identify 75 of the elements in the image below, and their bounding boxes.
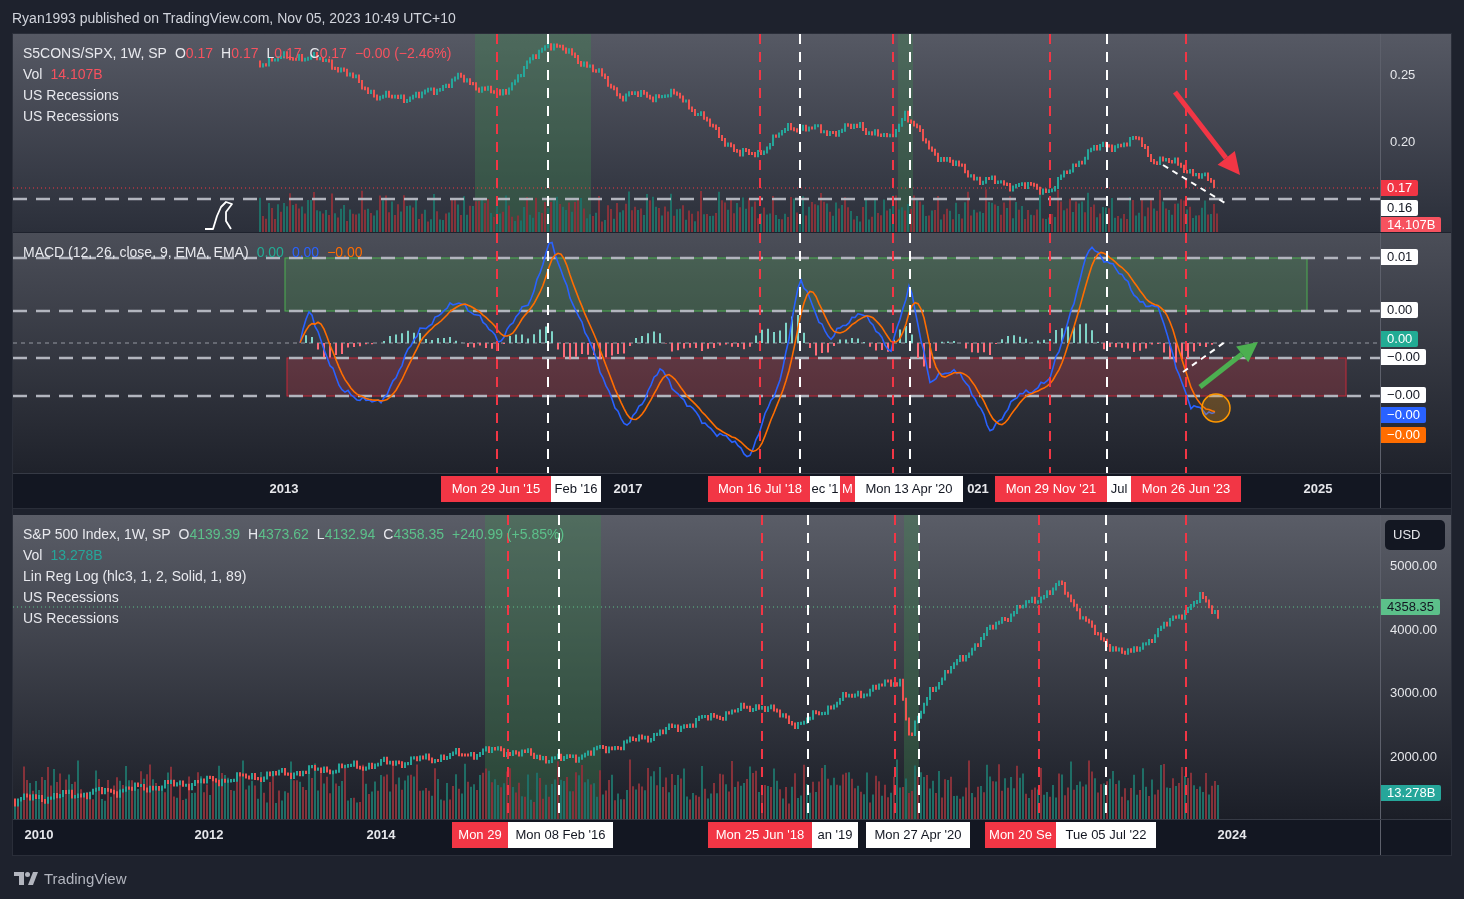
- volume-label: Vol: [23, 65, 43, 84]
- date-tag: Mon 13 Apr '20: [855, 476, 963, 502]
- study-name: US Recessions: [23, 609, 119, 628]
- indicator-value: 0.00: [256, 243, 284, 262]
- ohlc-value: H0.17: [221, 44, 259, 63]
- date-tag: Mon 20 Se: [985, 822, 1056, 848]
- date-tag: Mon 08 Feb '16: [508, 822, 613, 848]
- price-scale-label: 4000.00: [1390, 622, 1438, 638]
- time-label: 2010: [23, 826, 55, 844]
- indicator-value: 0.00: [291, 243, 320, 262]
- logo-icon: [14, 872, 38, 885]
- price-tag: 0.17: [1381, 180, 1419, 196]
- time-label: 2017: [612, 480, 644, 498]
- time-label: 2012: [193, 826, 225, 844]
- ohlc-value: O0.17: [174, 44, 214, 63]
- date-tag: Mon 26 Jun '23: [1131, 476, 1241, 502]
- date-tag: Feb '16: [551, 476, 601, 502]
- price-tag: 4358.35: [1381, 599, 1441, 615]
- price-tag: −0.00: [1381, 427, 1426, 443]
- time-label: 2024: [1216, 826, 1248, 844]
- price-tag: 0.16: [1381, 200, 1419, 216]
- price-tag: 0.00: [1381, 302, 1419, 318]
- legend-title: S&P 500 Index, 1W, SP: [23, 525, 171, 544]
- study-name: US Recessions: [23, 107, 119, 126]
- date-tag: ec '1: [810, 476, 840, 502]
- price-scale-label: 3000.00: [1390, 685, 1438, 701]
- price-scale-label: 0.25: [1390, 67, 1416, 83]
- indicator-title: MACD (12, 26, close, 9, EMA, EMA): [23, 243, 249, 262]
- date-tag: Tue 05 Jul '22: [1056, 822, 1156, 848]
- price-tag: 13.278B: [1381, 785, 1442, 801]
- price-tag: 0.00: [1381, 331, 1419, 347]
- ohlc-value: C0.17: [309, 44, 347, 63]
- publish-info: Ryan1993 published on TradingView.com, Nov 05, 2023 10:49 UTC+10: [11, 9, 457, 28]
- time-label: 2013: [268, 480, 300, 498]
- currency-button[interactable]: USD: [1385, 520, 1446, 550]
- volume-value: 13.278B: [50, 546, 103, 565]
- trend-line: [1162, 164, 1226, 204]
- price-scale-label: 0.20: [1390, 134, 1416, 150]
- date-tag: Jul: [1107, 476, 1131, 502]
- volume-value: 14.107B: [50, 65, 103, 84]
- indicator-value: −0.00: [327, 243, 363, 262]
- price-tag: −0.00: [1381, 349, 1426, 365]
- price-scale-label: 5000.00: [1390, 558, 1438, 574]
- time-label: 2025: [1302, 480, 1334, 498]
- study-name: Lin Reg Log (hlc3, 1, 2, Solid, 1, 89): [23, 567, 247, 586]
- time-label: 021: [966, 480, 990, 498]
- arrow: [1198, 342, 1258, 389]
- price-change: +240.99 (+5.85%): [452, 525, 565, 544]
- price-tag: −0.00: [1381, 387, 1426, 403]
- brand-name: TradingView: [44, 870, 127, 887]
- ohlc-value: H4373.62: [248, 525, 309, 544]
- date-tag: M: [840, 476, 855, 502]
- date-tag: Mon 16 Jul '18: [708, 476, 812, 502]
- date-tag: Mon 29: [452, 822, 508, 848]
- date-tag: Mon 27 Apr '20: [866, 822, 970, 848]
- circle-marker: [1201, 393, 1231, 423]
- date-tag: Mon 25 Jun '18: [708, 822, 812, 848]
- price-tag: −0.00: [1381, 407, 1426, 423]
- price-tag: 14.107B: [1381, 217, 1442, 232]
- date-tag: Mon 29 Nov '21: [995, 476, 1107, 502]
- time-label: 2014: [365, 826, 397, 844]
- date-tag: an '19: [812, 822, 858, 848]
- study-name: US Recessions: [23, 588, 119, 607]
- price-tag: 0.01: [1381, 249, 1419, 265]
- price-scale-label: 2000.00: [1390, 749, 1438, 765]
- ohlc-value: L4132.94: [316, 525, 376, 544]
- legend-title: S5CONS/SPX, 1W, SP: [23, 44, 167, 63]
- price-change: −0.00 (−2.46%): [354, 44, 452, 63]
- date-tag: Mon 29 Jun '15: [441, 476, 551, 502]
- study-name: US Recessions: [23, 86, 119, 105]
- ohlc-value: L0.17: [266, 44, 302, 63]
- ohlc-value: C4358.35: [383, 525, 444, 544]
- trend-line: [1182, 341, 1226, 373]
- ohlc-value: O4139.39: [178, 525, 241, 544]
- volume-label: Vol: [23, 546, 43, 565]
